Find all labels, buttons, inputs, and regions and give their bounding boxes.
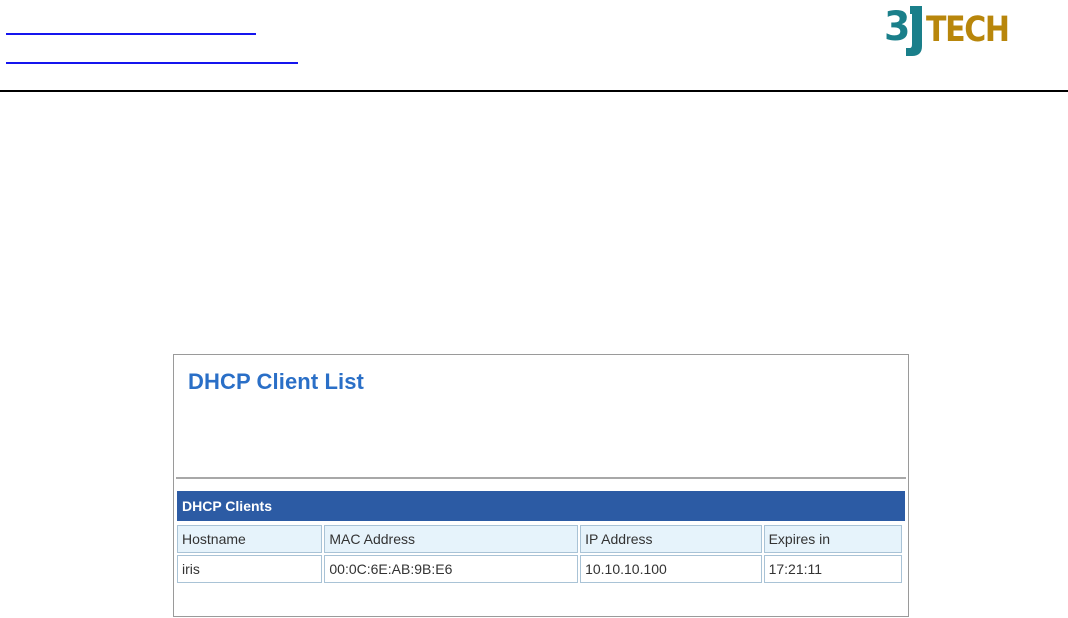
column-header-expires-in: Expires in bbox=[763, 525, 902, 553]
svg-text:TECH: TECH bbox=[926, 9, 1010, 50]
cell-mac-address: 00:0C:6E:AB:9B:E6 bbox=[324, 555, 579, 583]
cell-hostname: iris bbox=[177, 555, 323, 583]
header-divider bbox=[0, 90, 1068, 92]
svg-text:3: 3 bbox=[884, 4, 910, 50]
page-title: DHCP Client List bbox=[188, 369, 364, 394]
header-link-1[interactable] bbox=[6, 33, 256, 35]
brand-logo: 3 TECH bbox=[884, 2, 1016, 58]
column-header-ip-address: IP Address bbox=[580, 525, 762, 553]
header-link-2[interactable] bbox=[6, 62, 298, 64]
cell-ip-address: 10.10.10.100 bbox=[580, 555, 762, 583]
dhcp-clients-table: Hostname MAC Address IP Address Expires … bbox=[175, 523, 904, 585]
cell-expires-in: 17:21:11 bbox=[763, 555, 902, 583]
column-header-hostname: Hostname bbox=[177, 525, 323, 553]
column-header-mac-address: MAC Address bbox=[324, 525, 579, 553]
table-header-row: Hostname MAC Address IP Address Expires … bbox=[177, 525, 902, 553]
table-row: iris 00:0C:6E:AB:9B:E6 10.10.10.100 17:2… bbox=[177, 555, 902, 583]
dhcp-client-list-panel: DHCP Client List DHCP Clients Hostname M… bbox=[173, 354, 909, 617]
title-divider bbox=[176, 477, 906, 479]
section-header-dhcp-clients: DHCP Clients bbox=[177, 491, 905, 521]
